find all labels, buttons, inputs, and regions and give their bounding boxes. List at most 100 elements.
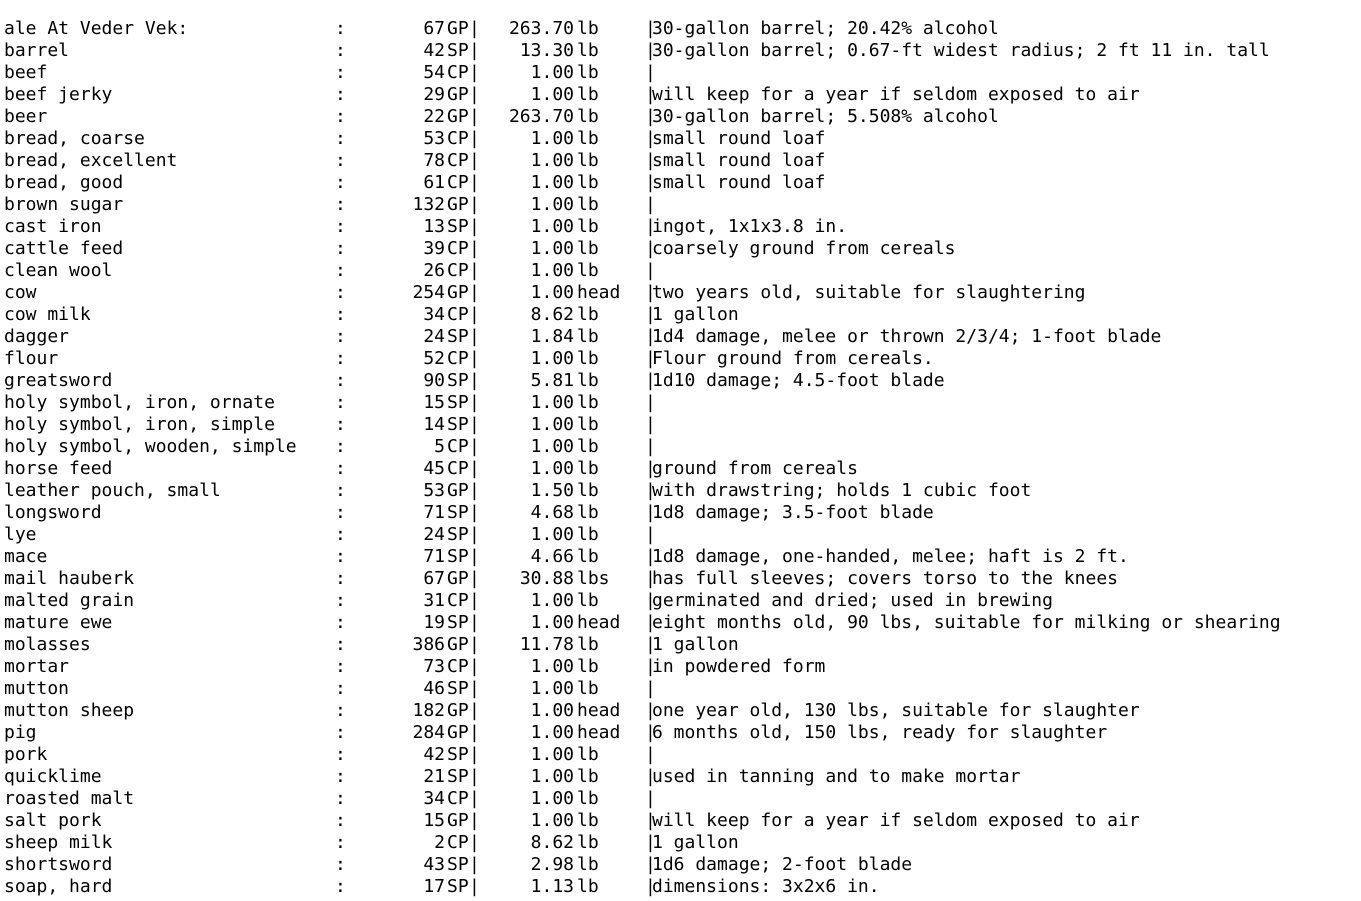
item-note: 1d8 damage, one-handed, melee; haft is 2… [652,546,1129,567]
item-weight: 1.00 [530,700,574,721]
column-separator: : [335,172,346,193]
list-item: longsword:71 SP | 4.68 lb | 1d8 damage; 3.5-fo… [4,502,1361,524]
item-note: 1d10 damage; 4.5-foot blade [652,370,945,391]
item-weight: 1.00 [530,436,574,457]
currency-unit: SP [447,546,469,567]
column-bar: | [469,40,480,61]
column-separator: : [335,502,346,523]
column-separator: : [335,194,346,215]
item-price: 53 [423,128,445,149]
list-item: holy symbol, iron, ornate:15 SP | 1.00 lb | [4,392,1361,414]
currency-unit: CP [447,62,469,83]
column-bar: | [469,348,480,369]
item-price: 21 [423,766,445,787]
column-bar: | [469,128,480,149]
item-price: 42 [423,744,445,765]
weight-unit: lb [577,678,599,699]
item-weight: 13.30 [519,40,574,61]
item-weight: 1.00 [530,678,574,699]
item-weight: 1.50 [530,480,574,501]
item-name: bread, good [4,172,124,193]
currency-unit: SP [447,612,469,633]
column-separator: : [335,62,346,83]
column-separator: : [335,40,346,61]
item-price: 61 [423,172,445,193]
item-name: horse feed [4,458,113,479]
item-weight: 2.98 [530,854,574,875]
column-bar: | [645,744,656,765]
item-weight: 1.00 [530,788,574,809]
weight-unit: lb [577,524,599,545]
currency-unit: CP [447,238,469,259]
weight-unit: head [577,282,621,303]
weight-unit: head [577,612,621,633]
list-item: holy symbol, wooden, simple:5 CP | 1.00 lb | [4,436,1361,458]
item-weight: 1.00 [530,194,574,215]
item-weight: 8.62 [530,832,574,853]
terminal-output[interactable]: At Veder Vek: ale:67 GP | 263.70 lb | 30-gallo… [4,0,1361,898]
item-name: quicklime [4,766,102,787]
item-name: mace [4,546,48,567]
currency-unit: SP [447,854,469,875]
weight-unit: head [577,700,621,721]
item-weight: 1.00 [530,766,574,787]
item-note: 1d8 damage; 3.5-foot blade [652,502,934,523]
item-list: ale:67 GP | 263.70 lb | 30-gallon barrel; 20.4… [4,18,1361,898]
item-weight: 1.00 [530,216,574,237]
column-bar: | [469,370,480,391]
weight-unit: lb [577,304,599,325]
currency-unit: GP [447,18,469,39]
column-bar: | [469,480,480,501]
weight-unit: lb [577,766,599,787]
item-name: soap, hard [4,876,113,897]
item-note: 30-gallon barrel; 5.508% alcohol [652,106,999,127]
list-item: brown sugar:132 GP | 1.00 lb | [4,194,1361,216]
currency-unit: SP [447,766,469,787]
item-price: 19 [423,612,445,633]
column-bar: | [469,172,480,193]
item-price: 34 [423,304,445,325]
item-note: used in tanning and to make mortar [652,766,1021,787]
column-bar: | [469,612,480,633]
column-separator: : [335,568,346,589]
weight-unit: lb [577,84,599,105]
column-separator: : [335,238,346,259]
item-name: clean wool [4,260,113,281]
column-bar: | [469,524,480,545]
item-note: two years old, suitable for slaughtering [652,282,1086,303]
column-bar: | [645,436,656,457]
column-bar: | [469,788,480,809]
currency-unit: GP [447,634,469,655]
column-bar: | [469,590,480,611]
column-separator: : [335,128,346,149]
item-note: ingot, 1x1x3.8 in. [652,216,848,237]
list-item: mail hauberk:67 GP | 30.88 lbs | has full slee… [4,568,1361,590]
column-bar: | [469,282,480,303]
column-bar: | [469,700,480,721]
weight-unit: lb [577,260,599,281]
weight-unit: lb [577,502,599,523]
item-price: 71 [423,546,445,567]
item-weight: 1.00 [530,172,574,193]
column-separator: : [335,612,346,633]
column-separator: : [335,326,346,347]
currency-unit: CP [447,436,469,457]
column-separator: : [335,634,346,655]
item-note: will keep for a year if seldom exposed t… [652,84,1140,105]
column-bar: | [469,678,480,699]
item-weight: 1.00 [530,744,574,765]
item-weight: 11.78 [519,634,574,655]
list-item: soap, hard:17 SP | 1.13 lb | dimensions: 3x2x6… [4,876,1361,898]
list-item: bread, good:61 CP | 1.00 lb | small round loaf [4,172,1361,194]
item-name: sheep milk [4,832,113,853]
column-separator: : [335,282,346,303]
column-bar: | [469,62,480,83]
column-separator: : [335,18,346,39]
column-bar: | [469,656,480,677]
item-name: mortar [4,656,70,677]
list-item: molasses:386 GP | 11.78 lb | 1 gallon [4,634,1361,656]
column-separator: : [335,744,346,765]
item-note: will keep for a year if seldom exposed t… [652,810,1140,831]
item-name: longsword [4,502,102,523]
list-item: beef:54 CP | 1.00 lb | [4,62,1361,84]
